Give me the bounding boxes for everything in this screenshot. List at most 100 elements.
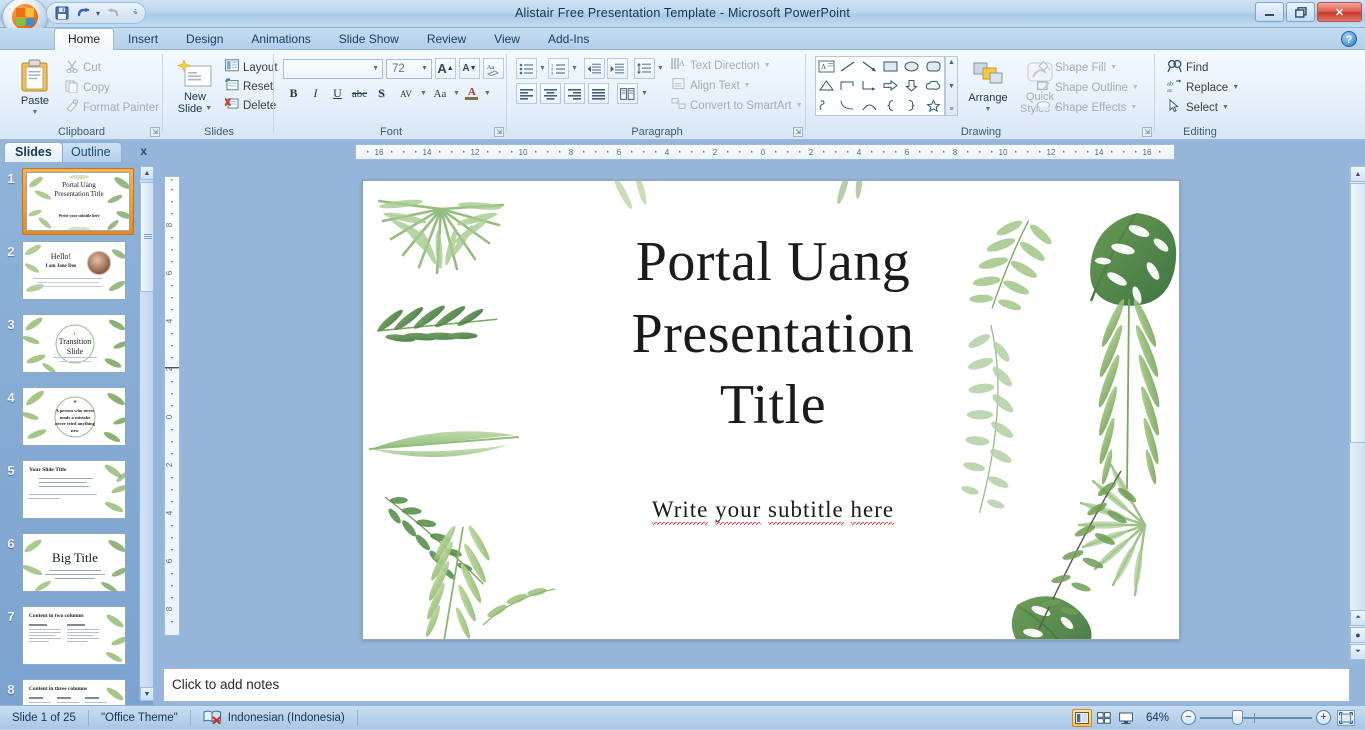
tab-outline[interactable]: Outline (60, 142, 122, 162)
change-case-button[interactable]: Aa (428, 83, 452, 104)
shape-left-brace-icon[interactable] (880, 96, 901, 115)
font-size-combo[interactable]: 72 ▼ (386, 58, 432, 79)
font-name-combo[interactable]: ▼ (283, 58, 383, 79)
close-button[interactable]: ✕ (1317, 2, 1362, 22)
tab-animations[interactable]: Animations (237, 28, 324, 50)
shape-rectangle-icon[interactable] (880, 57, 901, 76)
zoom-out-button[interactable]: − (1177, 706, 1200, 730)
slide-title-placeholder[interactable]: Portal Uang Presentation Title (483, 227, 1063, 442)
language-status[interactable]: Indonesian (Indonesia) (191, 706, 357, 730)
character-spacing-dropdown-icon[interactable]: ▼ (420, 90, 427, 97)
paste-dropdown-icon[interactable]: ▼ (32, 107, 39, 119)
slide-navigator-icon[interactable]: ● (1350, 627, 1365, 643)
shape-rounded-rect-icon[interactable] (923, 57, 944, 76)
arrange-button[interactable]: Arrange ▼ (962, 56, 1014, 116)
shape-oval-icon[interactable] (901, 57, 922, 76)
grow-font-button[interactable]: A ▲ (435, 58, 456, 79)
replace-button[interactable]: ab ac Replace ▼ (1164, 78, 1242, 98)
zoom-level[interactable]: 64% (1142, 706, 1177, 730)
next-slide-icon[interactable]: ⏷ (1350, 644, 1365, 660)
thumbnail-slide-3[interactable]: 1. Transition Slide (22, 314, 126, 373)
change-case-dropdown-icon[interactable]: ▼ (453, 90, 460, 97)
font-dialog-launcher[interactable]: ⇲ (494, 127, 504, 137)
slide-area-scrollbar[interactable]: ▲ ⏶ ● ⏷ (1349, 166, 1365, 660)
font-color-button[interactable]: A (461, 83, 483, 104)
help-icon[interactable]: ? (1341, 31, 1357, 47)
slide-subtitle-placeholder[interactable]: Write your subtitle here (503, 497, 1043, 525)
bold-button[interactable]: B (283, 83, 304, 104)
shape-arrow-icon[interactable] (859, 57, 880, 76)
thumbnail-slide-2[interactable]: Hello! I am Jane Doe (22, 241, 126, 300)
line-spacing-button[interactable] (633, 58, 655, 79)
slide-counter[interactable]: Slide 1 of 25 (0, 706, 88, 730)
replace-dropdown-icon[interactable]: ▼ (1232, 81, 1239, 95)
zoom-in-button[interactable]: + (1312, 706, 1335, 730)
current-slide[interactable]: Portal Uang Presentation Title Write you… (362, 180, 1180, 640)
theme-name[interactable]: "Office Theme" (89, 706, 190, 730)
notes-pane[interactable]: Click to add notes (163, 668, 1350, 702)
align-center-button[interactable] (540, 83, 561, 104)
find-button[interactable]: Find (1164, 58, 1242, 78)
scroll-down-icon[interactable]: ▼ (140, 687, 154, 701)
character-spacing-button[interactable]: AV (393, 83, 419, 104)
shapes-gallery[interactable]: A (815, 56, 945, 116)
bullets-button[interactable] (516, 58, 537, 79)
new-slide-dropdown-icon[interactable]: ▼ (205, 103, 212, 115)
shape-arc-icon[interactable] (859, 96, 880, 115)
columns-dropdown-icon[interactable]: ▼ (641, 90, 648, 97)
italic-button[interactable]: I (305, 83, 326, 104)
slide-sorter-button[interactable] (1094, 709, 1114, 727)
shape-triangle-icon[interactable] (816, 76, 837, 95)
thumbnail-slide-8[interactable]: Content in three columns (22, 679, 126, 705)
tab-slides[interactable]: Slides (4, 142, 63, 162)
numbering-button[interactable]: 1 2 3 (547, 58, 569, 79)
shape-textbox-icon[interactable]: A (816, 57, 837, 76)
slide-thumbnail-pane[interactable]: 1 Portal Uang Presentation Title Write y… (0, 162, 153, 705)
zoom-slider-handle[interactable] (1232, 709, 1243, 725)
slide-scroll-up-icon[interactable]: ▲ (1350, 166, 1365, 182)
new-slide-button[interactable]: New Slide ▼ (170, 56, 220, 115)
previous-slide-icon[interactable]: ⏶ (1350, 610, 1365, 626)
thumbnail-slide-6[interactable]: Big Title (22, 533, 126, 592)
drawing-dialog-launcher[interactable]: ⇲ (1142, 127, 1152, 137)
bullets-dropdown-icon[interactable]: ▼ (539, 65, 546, 72)
restore-button[interactable] (1286, 2, 1315, 22)
shapes-more-icon[interactable]: ≡ (949, 106, 953, 113)
decrease-indent-button[interactable] (583, 58, 605, 79)
tab-add-ins[interactable]: Add-Ins (534, 28, 603, 50)
numbering-dropdown-icon[interactable]: ▼ (571, 65, 578, 72)
arrange-dropdown-icon[interactable]: ▼ (985, 104, 992, 116)
shape-curve-icon[interactable] (837, 96, 858, 115)
strikethrough-button[interactable]: abc (349, 83, 370, 104)
slide-show-button[interactable] (1116, 709, 1136, 727)
shapes-scroll-up-icon[interactable]: ▲ (948, 59, 955, 66)
save-icon[interactable] (52, 4, 71, 22)
undo-icon[interactable] (74, 4, 93, 22)
thumbnail-slide-1[interactable]: Portal Uang Presentation Title Write you… (22, 168, 134, 235)
increase-indent-button[interactable] (606, 58, 628, 79)
font-name-dropdown-icon[interactable]: ▼ (372, 65, 379, 72)
shapes-scroll-down-icon[interactable]: ▼ (948, 83, 955, 90)
shape-star-icon[interactable] (923, 96, 944, 115)
align-right-button[interactable] (564, 83, 585, 104)
tab-slide-show[interactable]: Slide Show (325, 28, 413, 50)
tab-insert[interactable]: Insert (114, 28, 172, 50)
font-size-dropdown-icon[interactable]: ▼ (421, 65, 428, 72)
clipboard-dialog-launcher[interactable]: ⇲ (150, 127, 160, 137)
normal-view-button[interactable] (1071, 708, 1092, 727)
shape-right-brace-icon[interactable] (901, 96, 922, 115)
shape-elbow-connector-icon[interactable] (837, 76, 858, 95)
shrink-font-button[interactable]: A ▼ (459, 58, 480, 79)
font-color-dropdown-icon[interactable]: ▼ (484, 90, 491, 97)
zoom-slider[interactable] (1200, 709, 1312, 727)
shape-line-icon[interactable] (837, 57, 858, 76)
text-shadow-button[interactable]: S (371, 83, 392, 104)
thumbnail-slide-7[interactable]: Content in two columns (22, 606, 126, 665)
scroll-up-icon[interactable]: ▲ (140, 166, 154, 180)
line-spacing-dropdown-icon[interactable]: ▼ (657, 65, 664, 72)
paragraph-dialog-launcher[interactable]: ⇲ (793, 127, 803, 137)
slide-pane-scrollbar[interactable]: ▲ ▼ (139, 166, 154, 701)
tab-home[interactable]: Home (54, 28, 115, 50)
shape-cloud-icon[interactable] (923, 76, 944, 95)
shape-down-arrow-icon[interactable] (901, 76, 922, 95)
